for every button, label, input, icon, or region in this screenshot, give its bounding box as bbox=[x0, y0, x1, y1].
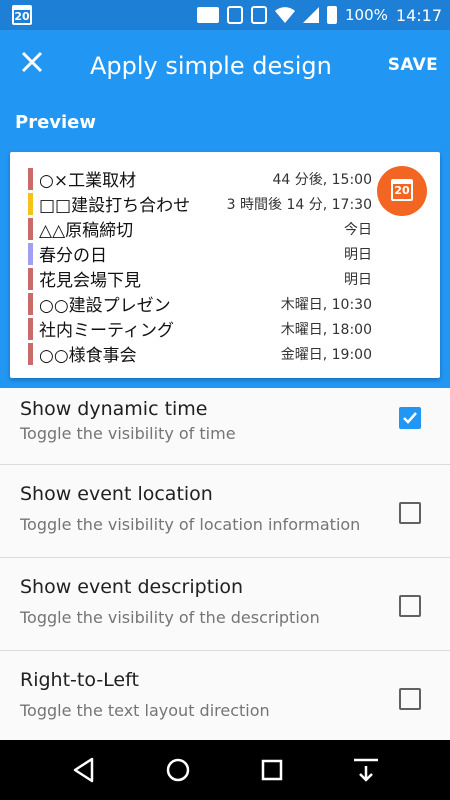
event-title: △△原稿締切 bbox=[39, 221, 134, 241]
event-title: 社内ミーティング bbox=[39, 321, 174, 341]
signal-icon bbox=[303, 7, 319, 23]
setting-row[interactable]: Show event description Toggle the visibil… bbox=[0, 558, 450, 651]
setting-subtitle: Toggle the visibility of the description bbox=[20, 608, 320, 627]
setting-subtitle: Toggle the text layout direction bbox=[20, 701, 270, 720]
checkbox[interactable] bbox=[399, 502, 421, 524]
setting-title: Show event description bbox=[20, 576, 244, 598]
event-title: ○○様食事会 bbox=[39, 346, 137, 366]
page-title: Apply simple design bbox=[90, 52, 332, 80]
event-title: 花見会場下見 bbox=[39, 271, 141, 291]
back-icon[interactable] bbox=[70, 756, 98, 784]
event-title: □□建設打ち合わせ bbox=[39, 196, 191, 216]
event-row: 社内ミーティング 木曜日, 18:00 bbox=[28, 316, 372, 341]
battery-percent: 100% bbox=[345, 6, 388, 24]
event-time: 金曜日, 19:00 bbox=[280, 347, 372, 363]
calendar-icon: 20 bbox=[391, 179, 413, 201]
checkbox[interactable] bbox=[399, 688, 421, 710]
hide-keyboard-icon[interactable] bbox=[352, 756, 380, 784]
preview-card: ○×工業取材 44 分後, 15:00 □□建設打ち合わせ 3 時間後 14 分, 1… bbox=[10, 152, 440, 378]
vibrate-icon bbox=[251, 6, 267, 24]
event-row: △△原稿締切 今日 bbox=[28, 216, 372, 241]
home-icon[interactable] bbox=[164, 756, 192, 784]
settings-list: Show dynamic time Toggle the visibility o… bbox=[0, 388, 450, 739]
event-row: 花見会場下見 明日 bbox=[28, 266, 372, 291]
event-color-bar bbox=[28, 242, 33, 265]
battery-icon bbox=[327, 6, 337, 24]
navigation-bar bbox=[0, 740, 450, 800]
app-bar: Apply simple design SAVE bbox=[0, 30, 450, 102]
event-title: 春分の日 bbox=[39, 246, 107, 266]
event-color-bar bbox=[28, 192, 33, 215]
setting-row[interactable]: Right-to-Left Toggle the text layout dire… bbox=[0, 651, 450, 739]
event-title: ○○建設プレゼン bbox=[39, 296, 171, 316]
close-icon[interactable] bbox=[20, 50, 44, 80]
save-button[interactable]: SAVE bbox=[388, 55, 438, 75]
setting-row[interactable]: Show dynamic time Toggle the visibility o… bbox=[0, 388, 450, 465]
event-time: 明日 bbox=[344, 247, 372, 263]
status-icons: 100% 14:17 bbox=[197, 0, 442, 30]
event-color-bar bbox=[28, 267, 33, 290]
event-row: □□建設打ち合わせ 3 時間後 14 分, 17:30 bbox=[28, 191, 372, 216]
setting-title: Right-to-Left bbox=[20, 669, 139, 691]
setting-title: Show dynamic time bbox=[20, 398, 208, 420]
preview-section: Preview ○×工業取材 44 分後, 15:00 □□建設打ち合わせ 3 時間後… bbox=[0, 102, 450, 388]
event-time: 44 分後, 15:00 bbox=[272, 172, 372, 188]
event-time: 今日 bbox=[344, 222, 372, 238]
event-row: ○○建設プレゼン 木曜日, 10:30 bbox=[28, 291, 372, 316]
event-time: 木曜日, 18:00 bbox=[280, 322, 372, 338]
event-time: 木曜日, 10:30 bbox=[280, 297, 372, 313]
event-color-bar bbox=[28, 167, 33, 190]
event-time: 3 時間後 14 分, 17:30 bbox=[226, 197, 372, 213]
event-time: 明日 bbox=[344, 272, 372, 288]
calendar-fab-button[interactable]: 20 bbox=[377, 166, 427, 216]
event-row: 春分の日 明日 bbox=[28, 241, 372, 266]
checkbox-checked[interactable] bbox=[399, 407, 421, 429]
event-row: ○×工業取材 44 分後, 15:00 bbox=[28, 166, 372, 191]
checkbox[interactable] bbox=[399, 595, 421, 617]
setting-subtitle: Toggle the visibility of time bbox=[20, 424, 236, 443]
event-color-bar bbox=[28, 292, 33, 315]
wifi-icon bbox=[275, 7, 295, 23]
event-color-bar bbox=[28, 317, 33, 340]
recents-icon[interactable] bbox=[258, 756, 286, 784]
event-title: ○×工業取材 bbox=[39, 171, 137, 191]
calendar-notification-icon: 20 bbox=[12, 5, 32, 25]
setting-title: Show event location bbox=[20, 483, 213, 505]
voicemail-icon bbox=[197, 7, 219, 23]
event-list: ○×工業取材 44 分後, 15:00 □□建設打ち合わせ 3 時間後 14 分, 1… bbox=[28, 166, 372, 366]
event-row: ○○様食事会 金曜日, 19:00 bbox=[28, 341, 372, 366]
status-bar: 20 100% 14:17 bbox=[0, 0, 450, 30]
android-icon bbox=[227, 6, 243, 24]
setting-subtitle: Toggle the visibility of location inform… bbox=[20, 515, 361, 534]
event-color-bar bbox=[28, 217, 33, 240]
event-color-bar bbox=[28, 342, 33, 365]
clock: 14:17 bbox=[395, 5, 442, 25]
setting-row[interactable]: Show event location Toggle the visibility… bbox=[0, 465, 450, 558]
check-icon bbox=[403, 412, 417, 424]
preview-label: Preview bbox=[15, 112, 97, 133]
